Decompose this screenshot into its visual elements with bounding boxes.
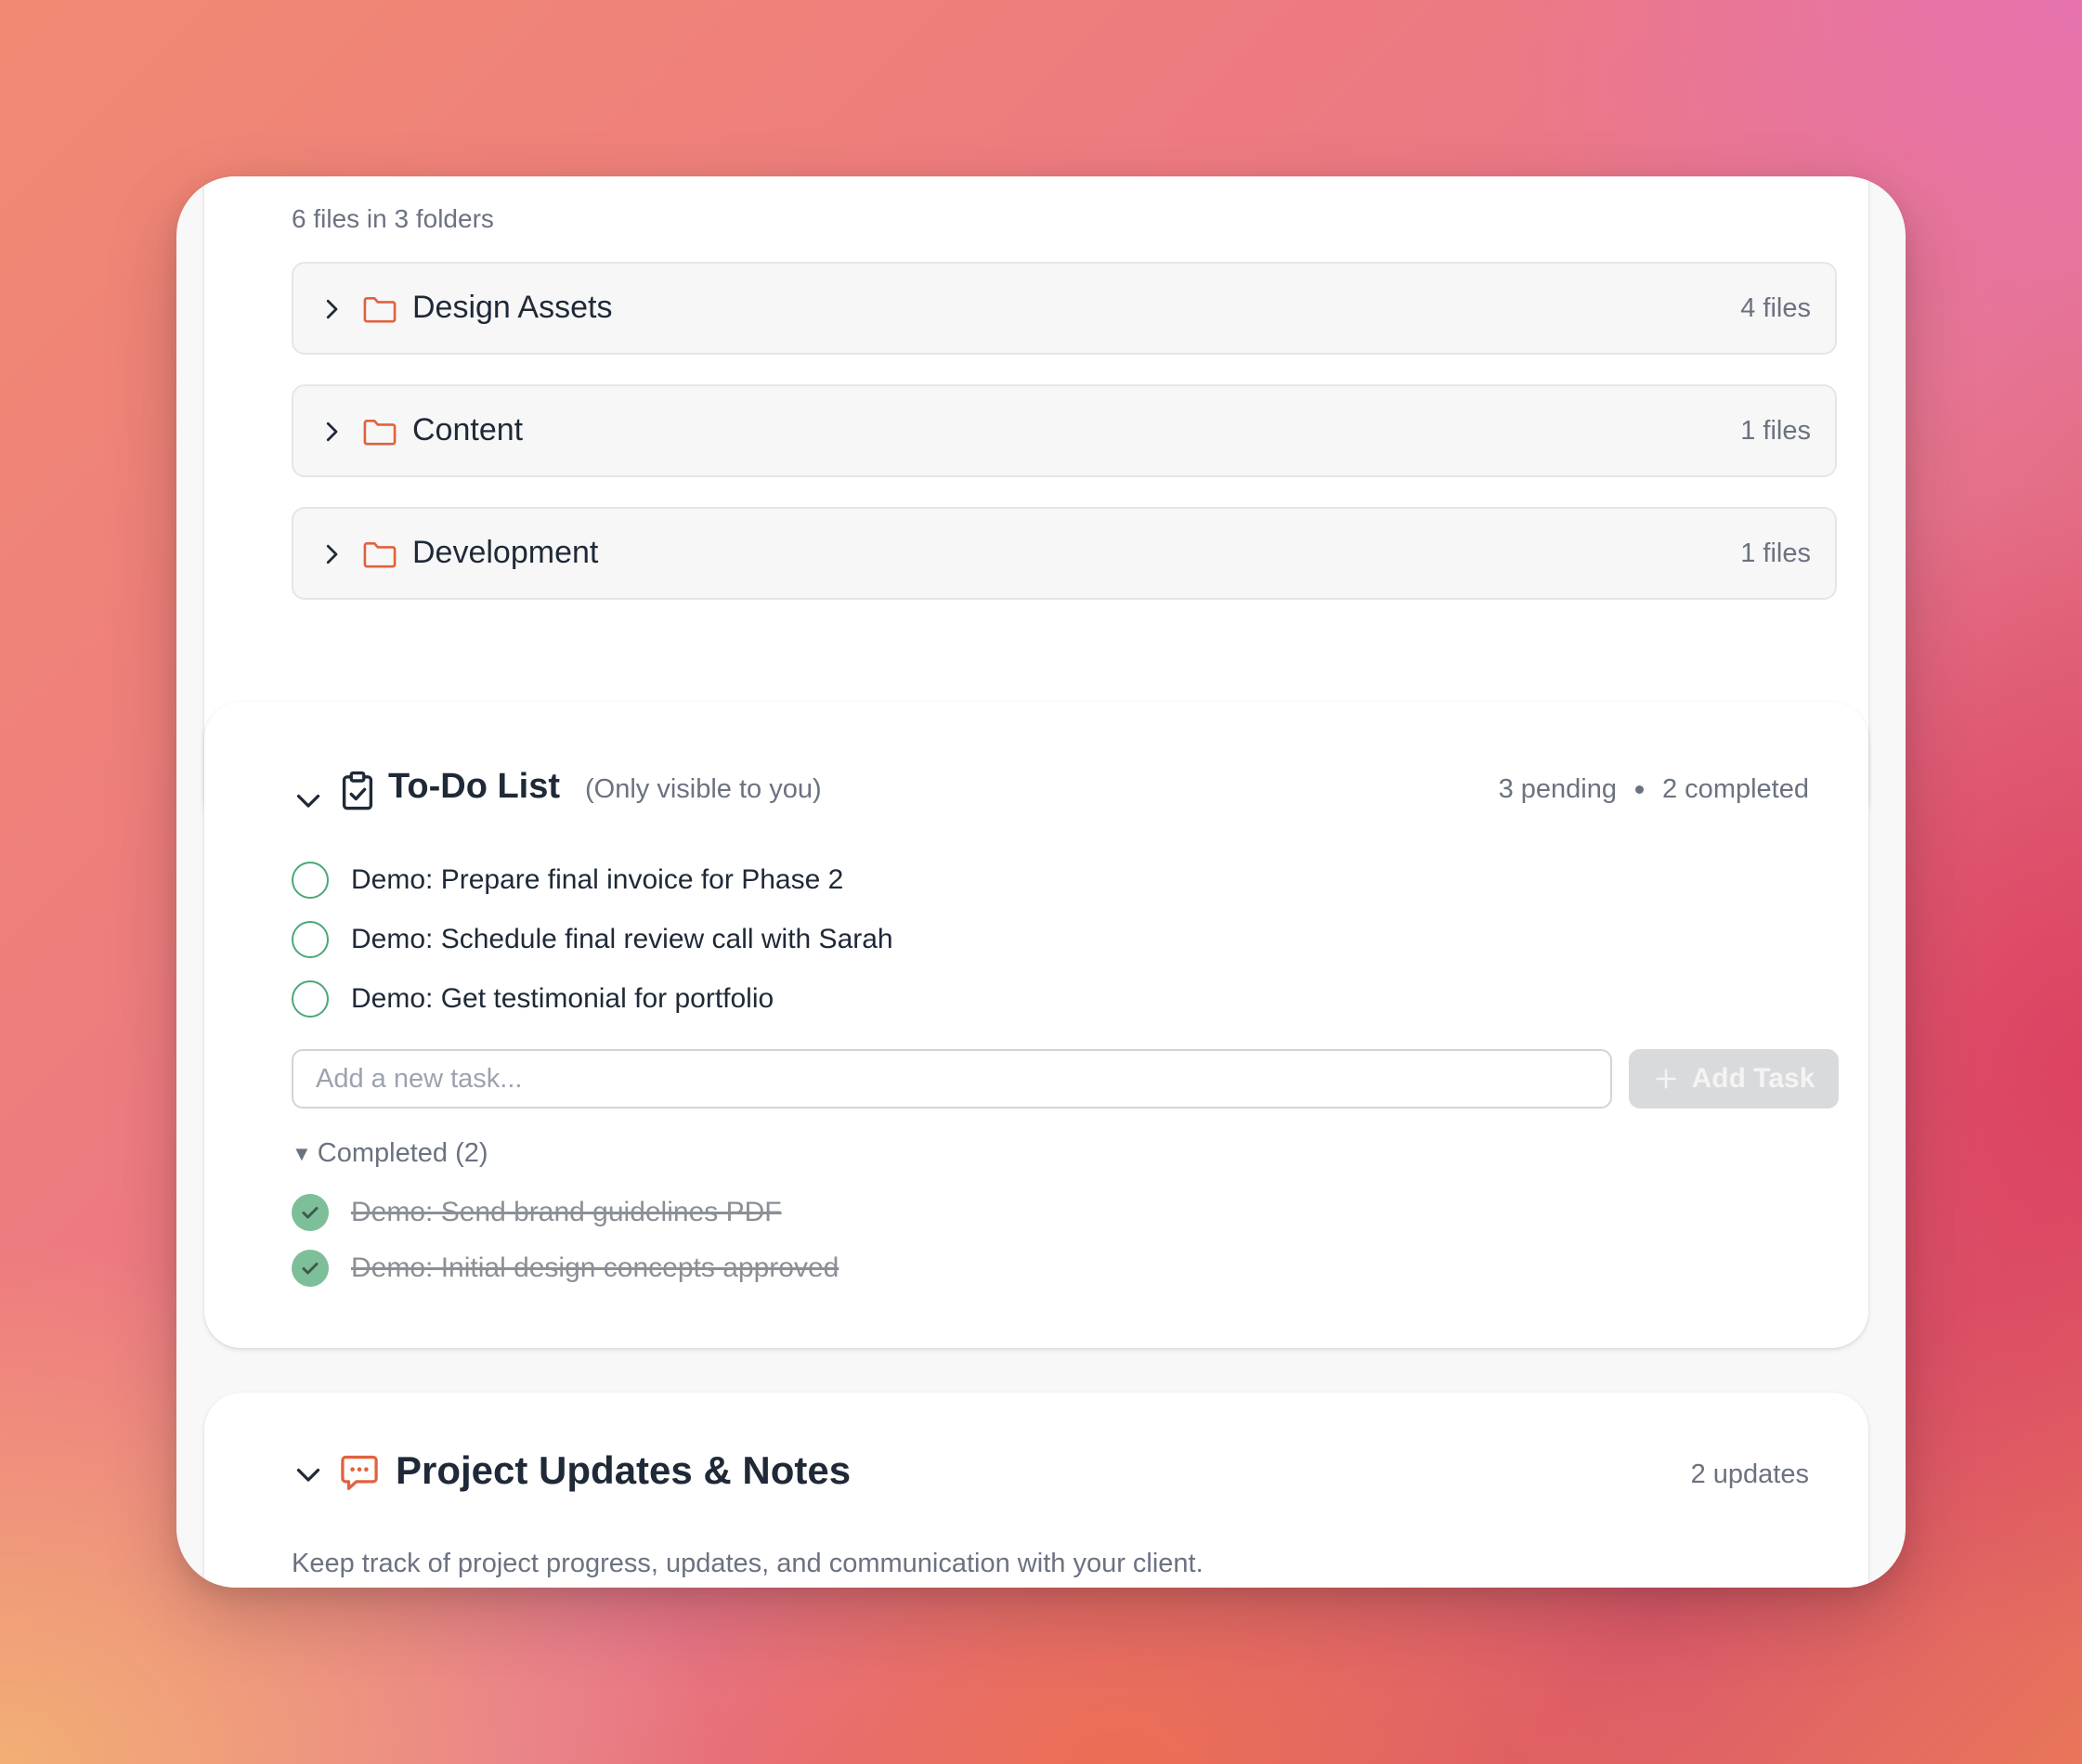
plus-icon — [1655, 1069, 1676, 1089]
task-label: Demo: Schedule final review call with Sa… — [351, 924, 893, 954]
files-summary: 6 files in 3 folders — [292, 204, 494, 233]
updates-count: 2 updates — [1690, 1459, 1809, 1489]
folder-row-design-assets[interactable]: Design Assets 4 files — [292, 262, 1837, 355]
folder-file-count: 1 files — [1740, 416, 1811, 446]
task-label: Demo: Get testimonial for portfolio — [351, 983, 774, 1014]
task-item: Demo: Get testimonial for portfolio — [292, 979, 774, 1019]
add-task-button[interactable]: Add Task — [1629, 1049, 1839, 1109]
pending-count: 3 pending — [1498, 774, 1617, 804]
task-item: Demo: Schedule final review call with Sa… — [292, 919, 893, 960]
clipboard-check-icon — [342, 771, 373, 811]
task-label: Demo: Prepare final invoice for Phase 2 — [351, 864, 844, 895]
check-icon — [302, 1207, 319, 1219]
chevron-down-icon[interactable] — [292, 784, 325, 817]
triangle-down-icon: ▼ — [292, 1141, 312, 1165]
folder-icon — [363, 419, 397, 446]
folder-file-count: 4 files — [1740, 293, 1811, 323]
folder-icon — [363, 541, 397, 568]
updates-description: Keep track of project progress, updates,… — [292, 1549, 1204, 1578]
message-icon — [341, 1455, 378, 1490]
folder-icon — [363, 296, 397, 323]
updates-card: Project Updates & Notes 2 updates Keep t… — [204, 1393, 1868, 1588]
completed-toggle[interactable]: ▼ Completed (2) — [292, 1138, 488, 1169]
folder-name: Design Assets — [412, 290, 613, 325]
check-icon — [302, 1263, 319, 1275]
completed-task-item: Demo: Initial design concepts approved — [292, 1248, 839, 1289]
completed-task-item: Demo: Send brand guidelines PDF — [292, 1192, 782, 1233]
completed-checkbox[interactable] — [292, 1250, 329, 1287]
completed-task-label: Demo: Send brand guidelines PDF — [351, 1197, 782, 1227]
separator-dot — [1635, 785, 1644, 794]
folder-name: Development — [412, 535, 599, 570]
completed-task-label: Demo: Initial design concepts approved — [351, 1252, 839, 1283]
completed-toggle-label: Completed (2) — [317, 1138, 488, 1168]
completed-count: 2 completed — [1662, 774, 1809, 804]
folder-row-content[interactable]: Content 1 files — [292, 384, 1837, 477]
folder-row-development[interactable]: Development 1 files — [292, 507, 1837, 600]
folder-file-count: 1 files — [1740, 538, 1811, 568]
todo-visibility-note: (Only visible to you) — [585, 774, 822, 804]
new-task-input[interactable] — [292, 1049, 1612, 1109]
task-checkbox[interactable] — [292, 862, 329, 899]
todo-stats: 3 pending 2 completed — [1499, 774, 1809, 805]
add-task-label: Add Task — [1691, 1063, 1815, 1094]
chevron-right-icon — [326, 544, 338, 564]
updates-title: Project Updates & Notes — [396, 1448, 852, 1492]
task-checkbox[interactable] — [292, 921, 329, 958]
chevron-right-icon — [326, 422, 338, 442]
task-item: Demo: Prepare final invoice for Phase 2 — [292, 860, 843, 901]
chevron-down-icon[interactable] — [292, 1458, 325, 1491]
todo-title: To-Do List — [388, 767, 561, 806]
task-checkbox[interactable] — [292, 980, 329, 1018]
folder-name: Content — [412, 412, 524, 447]
todo-card: To-Do List (Only visible to you) 3 pendi… — [204, 702, 1868, 1348]
chevron-right-icon — [326, 299, 338, 319]
app-window: 6 files in 3 folders Design Assets 4 fil… — [176, 176, 1906, 1588]
completed-checkbox[interactable] — [292, 1194, 329, 1231]
